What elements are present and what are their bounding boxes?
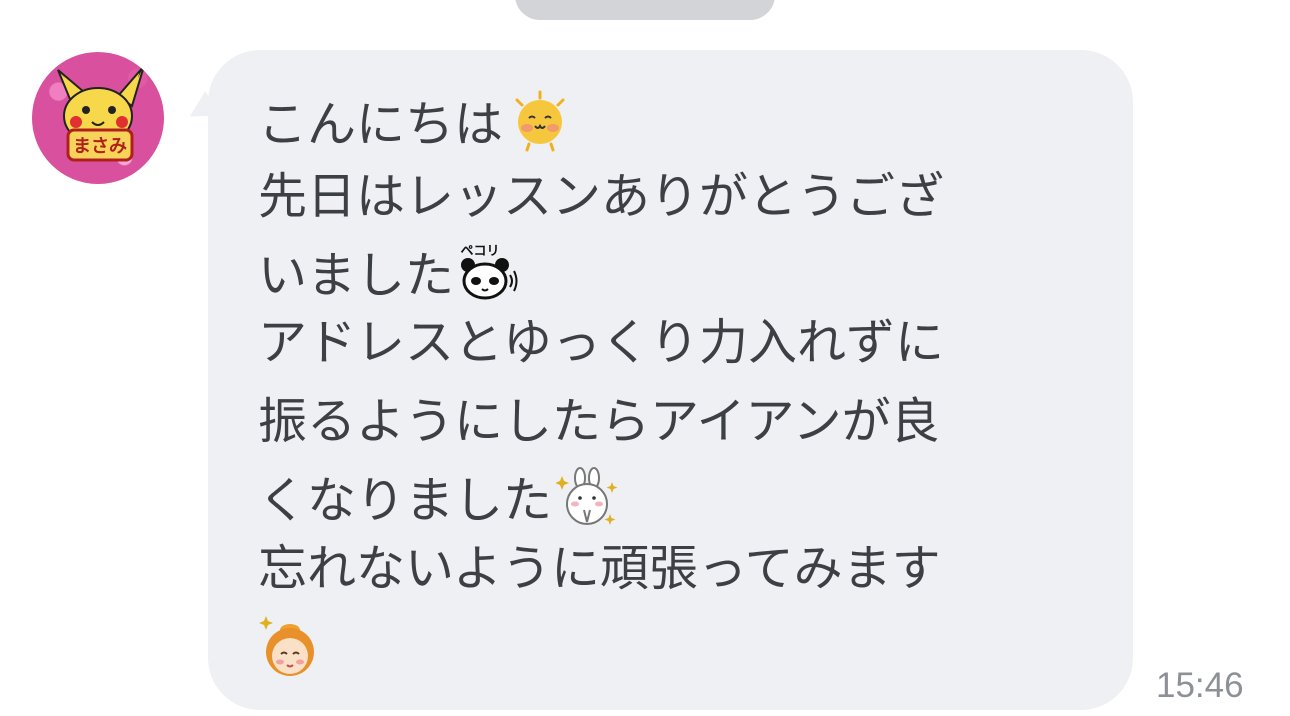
pikachu-avatar-icon: まさみ	[57, 65, 145, 162]
avatar-name-text: まさみ	[73, 136, 127, 157]
message-line-text: 先日はレッスンありがとうござ	[258, 168, 945, 225]
message-line: 振るようにしたらアイアンが良	[258, 393, 940, 451]
message-line: 忘れないように頑張ってみます	[258, 540, 941, 598]
message-line: こんにちは	[258, 90, 573, 165]
message-line-text: いました	[258, 247, 455, 304]
sender-avatar[interactable]: まさみ	[32, 52, 164, 184]
message-line-text: こんにちは	[258, 96, 504, 153]
message-line-text: くなりました	[258, 472, 553, 529]
praying-rabbit-emoji-icon	[555, 466, 620, 541]
sun-face-emoji-icon	[507, 90, 573, 165]
message-line: いました ペコリ	[258, 241, 518, 316]
message-line: アドレスとゆっくり力入れずに	[258, 314, 944, 372]
panda-sticker-label: ペコリ	[461, 244, 500, 259]
date-separator-pill	[515, 0, 775, 20]
message-line	[254, 612, 320, 691]
message-timestamp: 15:46	[1156, 666, 1244, 705]
message-line-text: アドレスとゆっくり力入れずに	[258, 314, 945, 371]
sparkle-girl-emoji-icon	[254, 612, 320, 691]
message-line-text: 忘れないように頑張ってみます	[258, 540, 941, 597]
bowing-panda-emoji-icon: ペコリ	[458, 241, 518, 316]
message-line: くなりました	[258, 466, 620, 541]
message-line-text: 振るようにしたらアイアンが良	[258, 393, 940, 450]
message-line: 先日はレッスンありがとうござ	[258, 168, 944, 226]
